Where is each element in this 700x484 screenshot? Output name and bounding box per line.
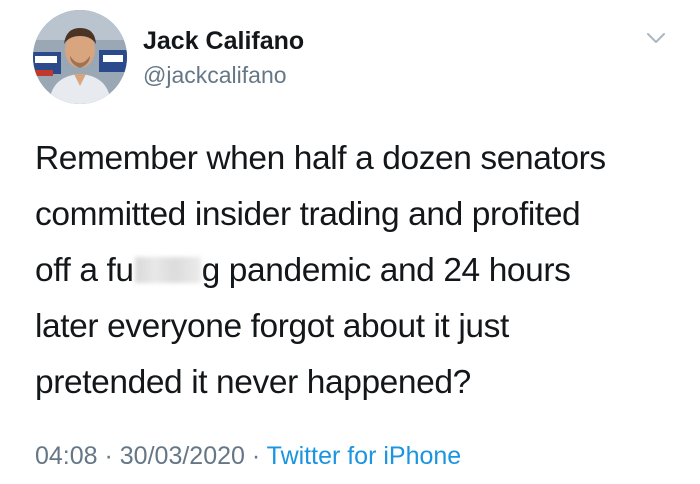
avatar[interactable] xyxy=(33,10,127,104)
tweet-line: later everyone forgot about it just xyxy=(35,308,509,345)
author-handle[interactable]: @jackcalifano xyxy=(143,62,287,89)
meta-separator: · xyxy=(244,442,267,470)
tweet-line: Remember when half a dozen senators xyxy=(35,140,606,177)
tweet-text: Remember when half a dozen senators comm… xyxy=(35,131,675,411)
tweet-line: pretended it never happened? xyxy=(35,364,471,401)
tweet-source-link[interactable]: Twitter for iPhone xyxy=(267,442,462,470)
meta-separator: · xyxy=(97,442,120,470)
tweet-meta: 04:08 · 30/03/2020 · Twitter for iPhone xyxy=(35,442,461,471)
tweet-line-end: g pandemic and 24 hours xyxy=(201,252,571,289)
tweet-line: committed insider trading and profited xyxy=(35,196,581,233)
tweet-date[interactable]: 30/03/2020 xyxy=(120,442,245,470)
profile-photo xyxy=(33,10,127,104)
tweet-line-start: off a fu xyxy=(35,252,134,289)
author-name[interactable]: Jack Califano xyxy=(143,27,304,56)
tweet-card: Jack Califano @jackcalifano Remember whe… xyxy=(0,0,700,484)
chevron-down-icon[interactable] xyxy=(645,30,667,46)
tweet-time[interactable]: 04:08 xyxy=(35,442,98,470)
censored-word-blur xyxy=(134,257,201,283)
tweet-line: off a fu g pandemic and 24 hours xyxy=(35,243,675,299)
